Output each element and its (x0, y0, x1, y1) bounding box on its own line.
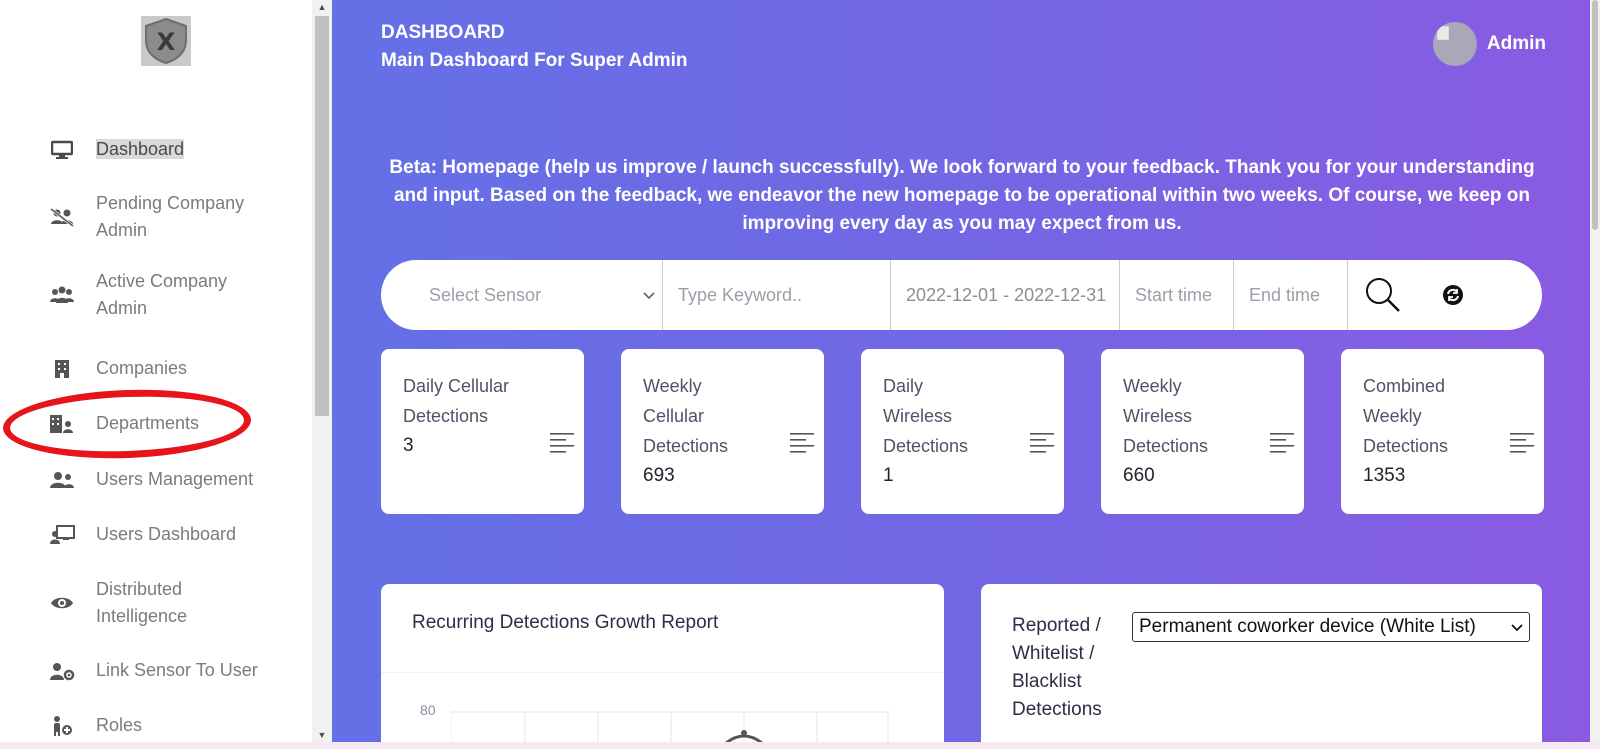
chevron-down-icon (1511, 616, 1523, 638)
search-button[interactable] (1348, 260, 1418, 330)
sidebar-item-roles[interactable]: Roles (48, 712, 276, 739)
stat-title: Combined Weekly Detections (1363, 376, 1449, 456)
sidebar-item-label: Roles (96, 715, 143, 735)
stat-card-daily-wireless[interactable]: Daily Wireless Detections 1 (861, 349, 1064, 514)
chart-point (741, 730, 747, 736)
bottom-strip (0, 742, 1600, 749)
stat-card-daily-cellular[interactable]: Daily Cellular Detections 3 (381, 349, 584, 514)
list-type-selected: Permanent coworker device (White List) (1139, 616, 1476, 637)
stat-card-combined-weekly[interactable]: Combined Weekly Detections 1353 (1341, 349, 1544, 514)
search-icon (1366, 278, 1400, 312)
page-title: DASHBOARD (381, 22, 505, 43)
list-type-select[interactable]: Permanent coworker device (White List) (1132, 612, 1530, 642)
stat-card-weekly-wireless[interactable]: Weekly Wireless Detections 660 (1101, 349, 1304, 514)
main-content: DASHBOARD Main Dashboard For Super Admin… (332, 0, 1600, 749)
page-subtitle: Main Dashboard For Super Admin (381, 50, 688, 71)
sidebar-item-users-dashboard[interactable]: Users Dashboard (48, 521, 276, 548)
sidebar-item-companies[interactable]: Companies (48, 355, 276, 382)
refresh-icon (1443, 285, 1463, 305)
align-left-icon (1030, 433, 1054, 453)
whitelist-panel: Reported / Whitelist / Blacklist Detecti… (981, 584, 1542, 749)
users-icon (48, 283, 76, 307)
y-axis-tick: 80 (420, 702, 436, 718)
users-slash-icon (48, 205, 76, 229)
sidebar-item-label: Distributed Intelligence (96, 579, 188, 626)
sidebar-item-label: Link Sensor To User (96, 660, 258, 680)
shield-logo-icon: X (145, 17, 187, 65)
sidebar-item-distributed-intelligence[interactable]: Distributed Intelligence (48, 576, 276, 630)
stat-value: 693 (643, 465, 675, 486)
sidebar-item-active-company-admin[interactable]: Active Company Admin (48, 268, 276, 322)
keyword-input[interactable]: Type Keyword.. (663, 260, 891, 330)
eye-icon (48, 591, 76, 615)
search-bar: Select Sensor Type Keyword.. 2022-12-01 … (381, 260, 1542, 330)
sidebar-item-label: Users Management (96, 469, 254, 489)
stat-title: Weekly Wireless Detections (1123, 376, 1209, 456)
align-left-icon (1270, 433, 1294, 453)
user-group-icon (48, 468, 76, 492)
start-time-input[interactable]: Start time (1120, 260, 1234, 330)
reset-button[interactable] (1418, 260, 1488, 330)
page-scrollbar-thumb[interactable] (1592, 0, 1598, 230)
date-range-input[interactable]: 2022-12-01 - 2022-12-31 (891, 260, 1120, 330)
sidebar-item-label: Pending Company Admin (96, 193, 245, 240)
stat-value: 3 (403, 435, 414, 456)
chevron-down-icon (642, 285, 656, 306)
stat-title: Weekly Cellular Detections (643, 376, 729, 456)
logo-letter: X (157, 28, 176, 56)
end-time-input[interactable]: End time (1234, 260, 1348, 330)
whitelist-panel-title: Reported / Whitelist / Blacklist Detecti… (1012, 615, 1102, 720)
stat-value: 660 (1123, 465, 1155, 486)
beta-notice: Beta: Homepage (help us improve / launch… (389, 157, 1535, 234)
stat-value: 1 (883, 465, 894, 486)
scroll-up-arrow-icon[interactable]: ▲ (312, 0, 332, 14)
sidebar-item-link-sensor-to-user[interactable]: Link Sensor To User (48, 657, 276, 684)
building-user-icon (48, 412, 76, 436)
sidebar-scrollbar[interactable]: ▲ ▼ (312, 0, 332, 749)
sidebar-item-label: Companies (96, 358, 188, 378)
stat-card-weekly-cellular[interactable]: Weekly Cellular Detections 693 (621, 349, 824, 514)
user-gear-icon (48, 659, 76, 683)
chalkboard-user-icon (48, 523, 76, 547)
sidebar-item-label: Departments (96, 413, 200, 433)
growth-report-title: Recurring Detections Growth Report (412, 612, 719, 633)
sidebar-item-dashboard[interactable]: Dashboard (48, 136, 276, 163)
building-icon (48, 357, 76, 381)
sidebar-item-label: Dashboard (96, 139, 185, 159)
growth-report-panel: Recurring Detections Growth Report 80 (381, 584, 944, 749)
panel-divider (381, 672, 944, 673)
stat-title: Daily Wireless Detections (883, 376, 969, 456)
user-menu[interactable]: Admin (1432, 22, 1546, 66)
align-left-icon (550, 433, 574, 453)
stat-title: Daily Cellular Detections (403, 376, 510, 426)
stat-value: 1353 (1363, 465, 1406, 486)
avatar[interactable] (1432, 22, 1477, 66)
app-window: X Dashboard Pending Company Admin Active… (0, 0, 1600, 749)
page-header: DASHBOARD Main Dashboard For Super Admin (381, 19, 688, 75)
sidebar-item-users-management[interactable]: Users Management (48, 466, 276, 493)
sidebar-scrollbar-thumb[interactable] (315, 16, 329, 416)
sidebar-item-label: Active Company Admin (96, 271, 228, 318)
scroll-down-arrow-icon[interactable]: ▼ (312, 728, 332, 742)
align-left-icon (790, 433, 814, 453)
logo[interactable]: X (141, 16, 191, 66)
align-left-icon (1510, 433, 1534, 453)
sidebar-item-pending-company-admin[interactable]: Pending Company Admin (48, 190, 276, 244)
sidebar-item-departments[interactable]: Departments (48, 410, 276, 437)
person-plus-icon (48, 714, 76, 738)
sensor-select[interactable]: Select Sensor (381, 260, 663, 330)
user-name: Admin (1486, 33, 1546, 54)
sensor-select-placeholder: Select Sensor (429, 284, 542, 305)
sidebar: X Dashboard Pending Company Admin Active… (0, 0, 312, 749)
sidebar-item-label: Users Dashboard (96, 524, 237, 544)
page-scrollbar[interactable] (1590, 0, 1600, 749)
monitor-icon (48, 138, 76, 162)
